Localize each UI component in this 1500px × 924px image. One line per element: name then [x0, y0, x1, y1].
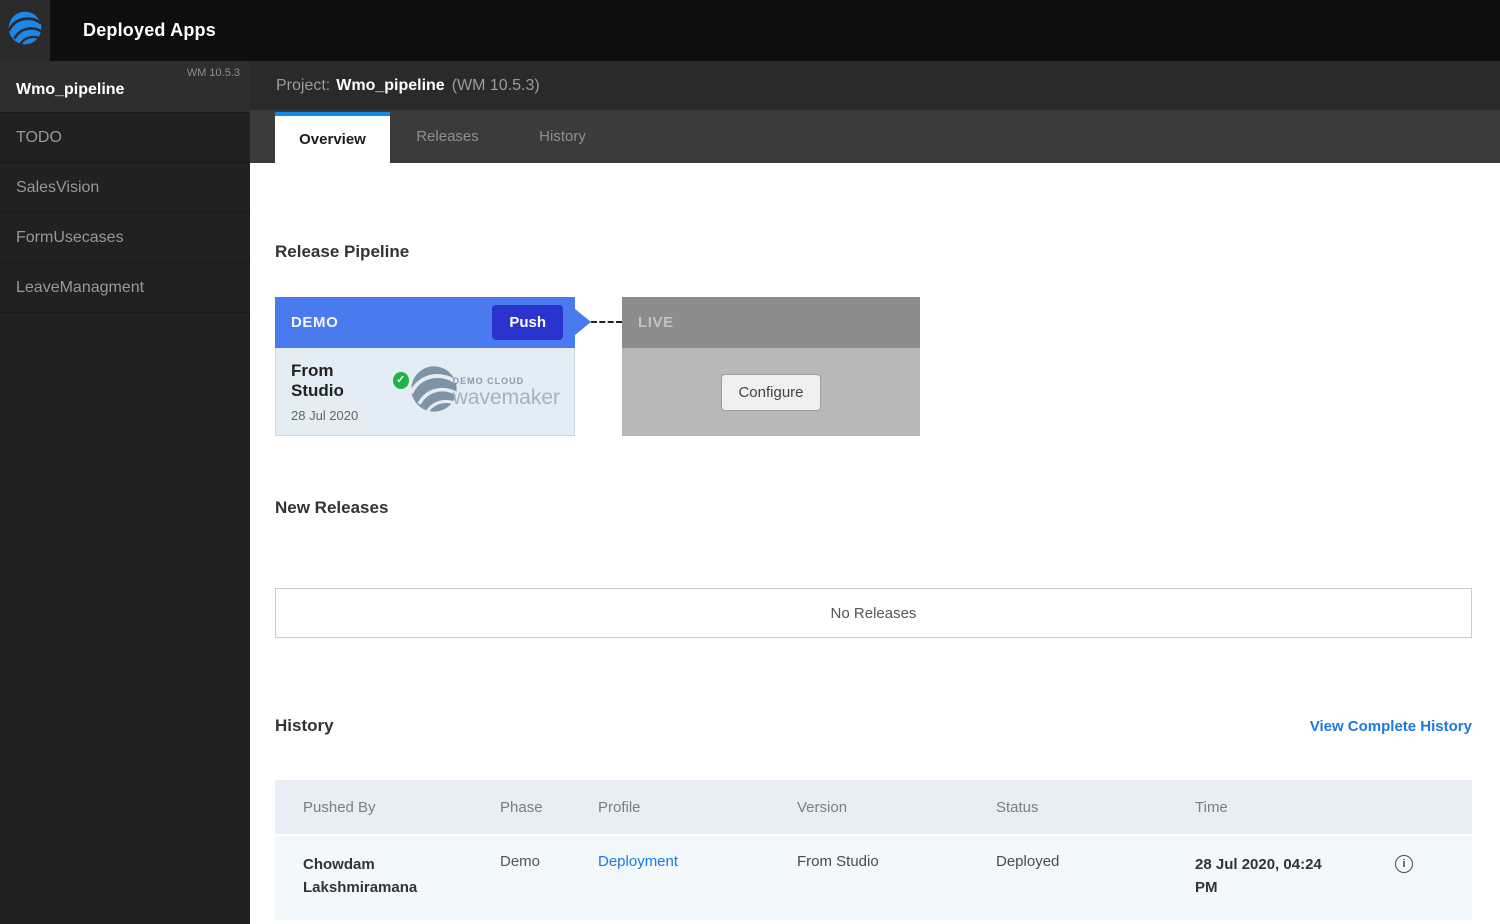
sidebar-item-label: TODO — [16, 129, 62, 146]
sidebar-item-version: WM 10.5.3 — [187, 68, 240, 79]
push-button[interactable]: Push — [492, 305, 563, 340]
column-header-status: Status — [968, 799, 1167, 816]
configure-button[interactable]: Configure — [721, 374, 820, 411]
view-complete-history-link[interactable]: View Complete History — [1310, 718, 1472, 735]
row-phase: Demo — [472, 853, 570, 870]
logo-demo-cloud-label: DEMO CLOUD — [453, 376, 560, 386]
table-row: Chowdam Lakshmiramana Demo Deployment Fr… — [275, 834, 1472, 920]
deploy-date: 28 Jul 2020 — [291, 408, 409, 423]
demo-stage-body: From Studio ✓ 28 Jul 2020 — [275, 348, 575, 436]
sidebar-item-leavemanagment[interactable]: LeaveManagment — [0, 263, 250, 313]
release-pipeline: DEMO Push From Studio ✓ 28 Jul 2020 — [275, 297, 1472, 436]
tab-releases[interactable]: Releases — [390, 110, 505, 163]
demo-stage-card: DEMO Push From Studio ✓ 28 Jul 2020 — [275, 297, 575, 436]
project-name: Wmo_pipeline — [336, 77, 444, 95]
info-circle-icon[interactable]: i — [1395, 855, 1413, 873]
tab-bar: Overview Releases History — [250, 110, 1500, 163]
pipeline-connector — [575, 309, 622, 335]
new-releases-heading: New Releases — [275, 498, 1472, 518]
check-circle-icon: ✓ — [393, 372, 409, 389]
page-title: Deployed Apps — [83, 20, 216, 41]
no-releases-box: No Releases — [275, 588, 1472, 638]
arrow-right-icon — [575, 309, 591, 335]
dashed-connector-line — [591, 321, 622, 323]
history-heading: History — [275, 716, 334, 736]
history-table-header: Pushed By Phase Profile Version Status T… — [275, 780, 1472, 834]
history-table: Pushed By Phase Profile Version Status T… — [275, 780, 1472, 920]
wavemaker-wave-icon — [7, 10, 43, 51]
column-header-pushed-by: Pushed By — [275, 799, 472, 816]
sidebar-item-todo[interactable]: TODO — [0, 113, 250, 163]
project-prefix: Project: — [276, 77, 330, 95]
column-header-time: Time — [1167, 799, 1375, 816]
column-header-phase: Phase — [472, 799, 570, 816]
live-stage-title: LIVE — [638, 314, 674, 331]
projects-sidebar: Wmo_pipeline WM 10.5.3 TODO SalesVision … — [0, 61, 250, 924]
sidebar-item-label: SalesVision — [16, 179, 99, 196]
sidebar-item-wmo-pipeline[interactable]: Wmo_pipeline WM 10.5.3 — [0, 61, 250, 113]
no-releases-text: No Releases — [831, 605, 917, 622]
column-header-version: Version — [769, 799, 968, 816]
top-bar: Deployed Apps — [0, 0, 1500, 61]
live-stage-body: Configure — [622, 348, 920, 436]
row-profile-link[interactable]: Deployment — [598, 853, 678, 870]
main-panel: Project: Wmo_pipeline (WM 10.5.3) Overvi… — [250, 61, 1500, 924]
sidebar-item-label: Wmo_pipeline — [16, 81, 124, 98]
main-layout: Wmo_pipeline WM 10.5.3 TODO SalesVision … — [0, 61, 1500, 924]
sidebar-item-salesvision[interactable]: SalesVision — [0, 163, 250, 213]
row-version: From Studio — [769, 853, 968, 870]
row-status: Deployed — [968, 853, 1167, 870]
demo-cloud-logo: DEMO CLOUD wavemaker — [409, 364, 560, 419]
demo-deploy-info: From Studio ✓ 28 Jul 2020 — [291, 361, 409, 423]
row-pushed-by: Chowdam Lakshmiramana — [303, 856, 417, 896]
column-header-profile: Profile — [570, 799, 769, 816]
tab-history[interactable]: History — [505, 110, 620, 163]
wavemaker-wave-icon — [409, 364, 459, 419]
tab-overview[interactable]: Overview — [275, 112, 390, 163]
project-header: Project: Wmo_pipeline (WM 10.5.3) — [250, 61, 1500, 110]
live-stage-card: LIVE Configure — [622, 297, 920, 436]
sidebar-item-formusecases[interactable]: FormUsecases — [0, 213, 250, 263]
live-stage-header: LIVE — [622, 297, 920, 348]
history-header: History View Complete History — [275, 716, 1472, 736]
release-pipeline-heading: Release Pipeline — [275, 242, 1472, 262]
demo-stage-header: DEMO Push — [275, 297, 575, 348]
deploy-source-label: From Studio — [291, 361, 384, 401]
sidebar-item-label: LeaveManagment — [16, 279, 144, 296]
row-time: 28 Jul 2020, 04:24 PM — [1195, 853, 1345, 899]
app-logo[interactable] — [0, 0, 50, 61]
demo-stage-title: DEMO — [291, 314, 338, 331]
overview-content: Release Pipeline DEMO Push From Studio ✓ — [250, 163, 1500, 924]
logo-wavemaker-label: wavemaker — [453, 387, 560, 408]
project-version: (WM 10.5.3) — [452, 77, 540, 95]
sidebar-item-label: FormUsecases — [16, 229, 124, 246]
